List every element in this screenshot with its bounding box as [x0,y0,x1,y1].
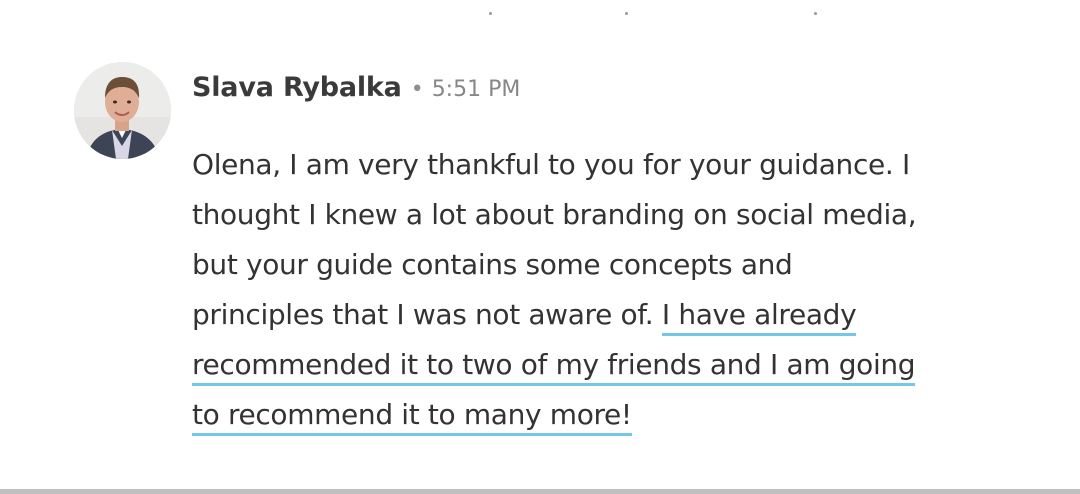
message-line: Olena, I am very thankful to you for you… [192,140,1012,190]
message-line: principles that I was not aware of. I ha… [192,290,1012,340]
highlighted-text: recommended it to two of my friends and … [192,348,916,386]
message-timestamp: 5:51 PM [431,77,521,102]
message-text: principles that I was not aware of. [192,298,662,331]
top-divider-dots [0,12,1080,20]
message-text: but your guide contains some concepts an… [192,248,793,281]
message-line: but your guide contains some concepts an… [192,240,1012,290]
message-body: Olena, I am very thankful to you for you… [192,140,1012,440]
bottom-divider [0,489,1080,494]
author-name[interactable]: Slava Rybalka [192,72,402,103]
message-header: Slava Rybalka • 5:51 PM [192,72,520,108]
message-text: thought I knew a lot about branding on s… [192,198,917,231]
profile-photo-icon [74,62,171,159]
message-line: recommended it to two of my friends and … [192,340,1012,390]
avatar[interactable] [74,62,171,159]
message-line: to recommend it to many more! [192,390,1012,440]
header-separator: • [410,77,424,102]
highlighted-text: I have already [661,298,857,336]
highlighted-text: to recommend it to many more! [192,398,632,436]
message-line: thought I knew a lot about branding on s… [192,190,1012,240]
message-card: Slava Rybalka • 5:51 PM Olena, I am very… [74,62,1024,442]
message-text: Olena, I am very thankful to you for you… [192,148,910,181]
